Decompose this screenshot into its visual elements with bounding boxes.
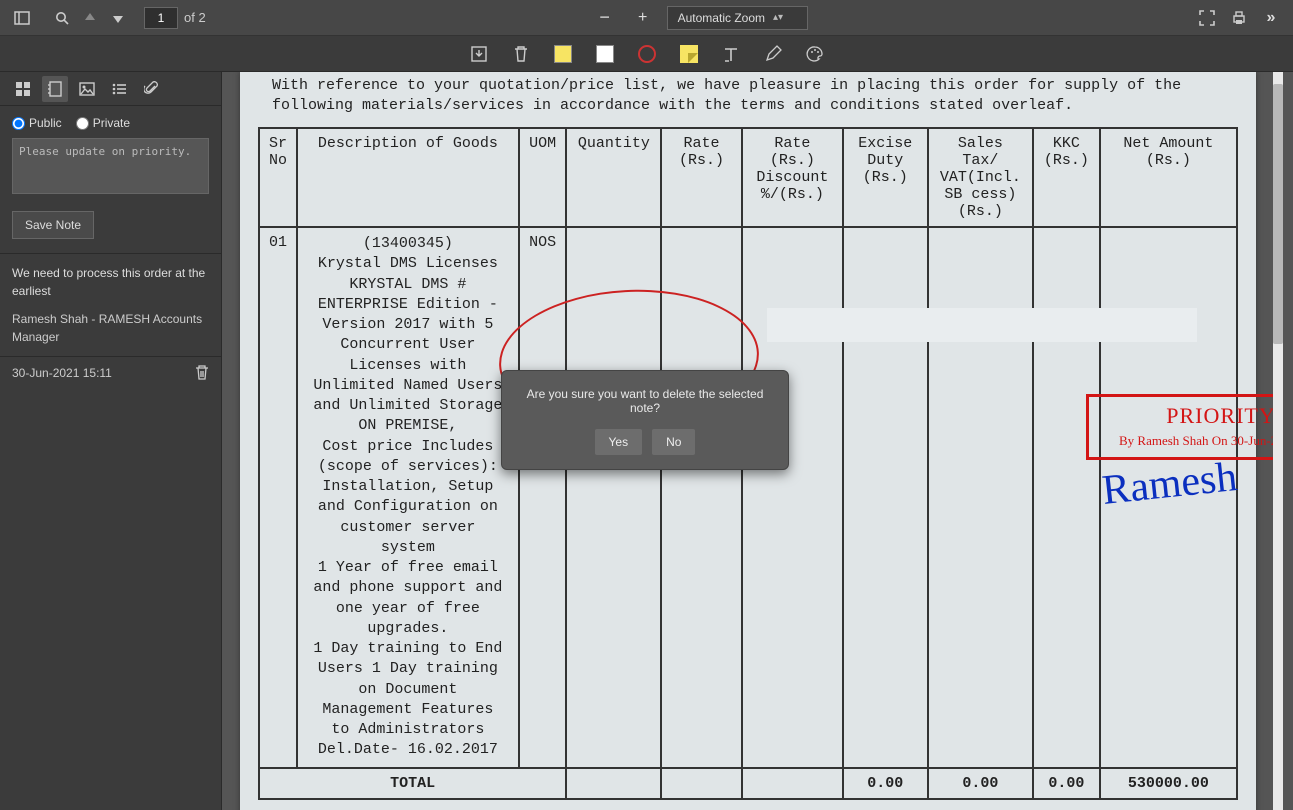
scrollbar-track[interactable] [1273,72,1283,810]
note-author: Ramesh Shah - RAMESH Accounts Manager [12,310,209,346]
table-header-row: Sr No Description of Goods UOM Quantity … [259,128,1237,227]
pen-tool-button[interactable] [759,40,787,68]
presentation-button[interactable] [1193,4,1221,32]
sidebar-tab-layers[interactable] [74,76,100,102]
zoom-select[interactable]: Automatic Zoom ▴▾ [667,6,808,30]
th-sr: Sr No [259,128,297,227]
image-icon [79,81,95,97]
chevron-double-right-icon: » [1267,9,1276,27]
total-kkc: 0.00 [1033,768,1100,799]
pen-icon [764,45,782,63]
th-desc: Description of Goods [297,128,519,227]
print-icon [1231,10,1247,26]
stamp-byline: By Ramesh Shah On 30-Jun-2021 15:7 [1089,433,1283,449]
trash-icon [513,45,529,63]
sticky-note-icon [680,45,698,63]
zoom-label: Automatic Zoom [678,11,765,25]
sidebar-tab-attachments[interactable] [138,76,164,102]
note-textarea[interactable]: Please update on priority. [12,138,209,194]
prev-page-button[interactable] [76,4,104,32]
sidebar-icon [14,10,30,26]
notebook-icon [47,81,63,97]
plus-icon: + [638,9,647,27]
print-button[interactable] [1225,4,1253,32]
text-icon [723,45,739,63]
cell-desc: (13400345) Krystal DMS Licenses KRYSTAL … [297,227,519,768]
delete-note-button[interactable] [195,365,209,381]
save-note-button[interactable]: Save Note [12,211,94,239]
doc-intro: With reference to your quotation/price l… [258,72,1238,127]
private-label: Private [93,116,130,130]
fullscreen-icon [1199,10,1215,26]
cell-sr: 01 [259,227,297,768]
sidebar-toggle-button[interactable] [8,4,36,32]
public-label: Public [29,116,62,130]
modal-yes-button[interactable]: Yes [595,429,643,455]
total-salestax: 0.00 [928,768,1034,799]
sticky-note-button[interactable] [675,40,703,68]
white-swatch-icon [596,45,614,63]
palette-icon [806,45,824,63]
modal-message: Are you sure you want to delete the sele… [514,387,776,415]
note-editor: Public Private Please update on priority… [0,106,221,254]
color-palette-button[interactable] [801,40,829,68]
visibility-public[interactable]: Public [12,116,62,130]
sidebar: Public Private Please update on priority… [0,72,222,810]
th-excise: Excise Duty (Rs.) [843,128,927,227]
highlight-yellow-button[interactable] [549,40,577,68]
text-tool-button[interactable] [717,40,745,68]
th-salestax: Sales Tax/ VAT(Incl. SB cess) (Rs.) [928,128,1034,227]
th-kkc: KKC (Rs.) [1033,128,1100,227]
note-body: We need to process this order at the ear… [12,264,209,300]
search-icon [55,11,69,25]
visibility-private[interactable]: Private [76,116,130,130]
note-footer: 30-Jun-2021 15:11 [0,357,221,389]
scrollbar-thumb[interactable] [1273,84,1283,344]
ellipse-tool-button[interactable] [633,40,661,68]
next-page-button[interactable] [104,4,132,32]
page-number-input[interactable] [144,7,178,29]
zoom-in-button[interactable]: + [629,4,657,32]
redaction-box [767,308,1197,342]
annotation-toolbar [0,36,1293,72]
pdf-toolbar: of 2 − + Automatic Zoom ▴▾ » [0,0,1293,36]
ellipse-icon [638,45,656,63]
total-excise: 0.00 [843,768,927,799]
note-timestamp: 30-Jun-2021 15:11 [12,366,112,380]
sidebar-tab-thumbnails[interactable] [10,76,36,102]
yellow-swatch-icon [554,45,572,63]
sidebar-tabs [0,72,221,106]
grid-icon [15,81,31,97]
trash-icon [195,365,209,381]
sidebar-tab-outline[interactable] [106,76,132,102]
list-icon [111,81,127,97]
total-label: TOTAL [259,768,566,799]
sidebar-tab-notes[interactable] [42,76,68,102]
chevron-updown-icon: ▴▾ [773,12,783,23]
th-net: Net Amount (Rs.) [1100,128,1237,227]
paperclip-icon [144,81,158,97]
arrow-up-icon [84,11,96,25]
arrow-down-icon [112,11,124,25]
th-qty: Quantity [566,128,661,227]
download-annot-button[interactable] [465,40,493,68]
th-uom: UOM [519,128,567,227]
priority-stamp[interactable]: PRIORITY By Ramesh Shah On 30-Jun-2021 1… [1086,394,1283,460]
minus-icon: − [599,7,610,28]
zoom-out-button[interactable]: − [591,4,619,32]
total-net: 530000.00 [1100,768,1237,799]
find-button[interactable] [48,4,76,32]
download-icon [470,45,488,63]
stamp-title: PRIORITY [1089,403,1283,429]
th-rate: Rate (Rs.) [661,128,741,227]
confirm-delete-modal: Are you sure you want to delete the sele… [501,370,789,470]
note-item[interactable]: We need to process this order at the ear… [0,254,221,357]
table-total-row: TOTAL 0.00 0.00 0.00 530000.00 [259,768,1237,799]
tools-menu-button[interactable]: » [1257,4,1285,32]
delete-annot-button[interactable] [507,40,535,68]
page-total-label: of 2 [184,10,206,25]
th-rate-disc: Rate (Rs.) Discount %/(Rs.) [742,128,843,227]
modal-no-button[interactable]: No [652,429,695,455]
highlight-white-button[interactable] [591,40,619,68]
